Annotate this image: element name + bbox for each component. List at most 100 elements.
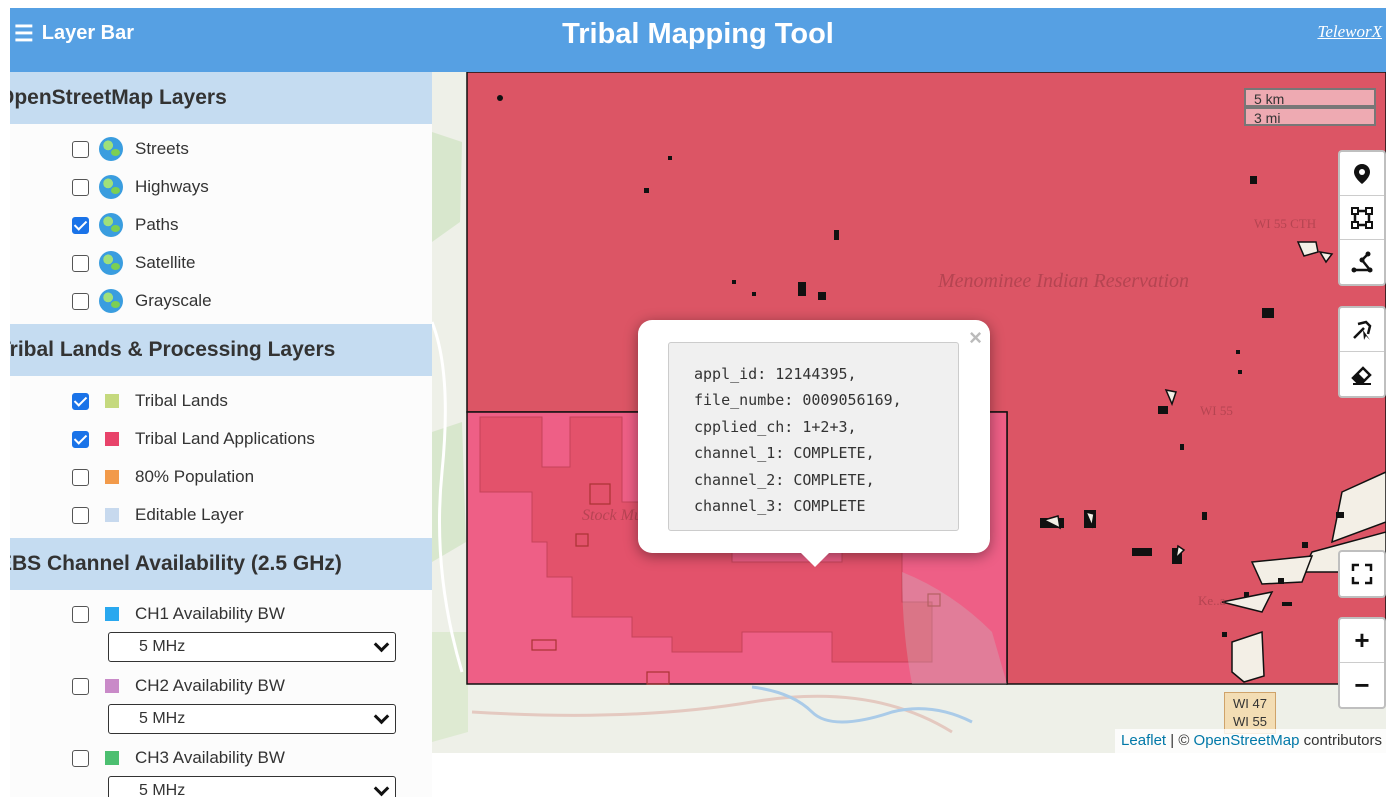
- layer-bar-label: Layer Bar: [41, 22, 135, 44]
- tribal-layer-list: Tribal Lands Tribal Land Applications 80% …: [10, 376, 432, 538]
- globe-icon: [99, 137, 123, 161]
- channel-row[interactable]: CH1 Availability BW: [10, 600, 432, 628]
- layer-sidebar: OpenStreetMap Layers Streets Highways Path…: [10, 72, 432, 797]
- channel-row[interactable]: CH2 Availability BW: [10, 672, 432, 700]
- eraser-icon[interactable]: [1340, 352, 1384, 396]
- zoom-control: + −: [1338, 617, 1386, 709]
- edit-icon[interactable]: [1340, 308, 1384, 352]
- highway-shield: WI 47 WI 55: [1224, 692, 1276, 734]
- osm-layer-list: Streets Highways Paths Satellite Grayscale: [10, 124, 432, 324]
- layer-label: 80% Population: [135, 467, 255, 486]
- chevron-down-icon: [373, 636, 390, 652]
- popup-line: channel_2: COMPLETE,: [694, 470, 875, 489]
- layer-label: Paths: [135, 215, 179, 234]
- bandwidth-value: 5 MHz: [139, 710, 186, 727]
- layer-label: Satellite: [135, 253, 196, 272]
- channel-checkbox[interactable]: [72, 677, 89, 695]
- marker-icon[interactable]: [1340, 152, 1384, 196]
- ebs-channel-list: CH1 Availability BW 5 MHz CH2 Availability…: [10, 600, 432, 797]
- section-header-tribal: Tribal Lands & Processing Layers: [10, 324, 432, 376]
- layer-checkbox[interactable]: [72, 254, 89, 272]
- zoom-out-button[interactable]: −: [1340, 663, 1384, 707]
- chevron-down-icon: [373, 708, 390, 724]
- color-swatch: [105, 751, 119, 765]
- channel-checkbox[interactable]: [72, 749, 89, 767]
- rectangle-icon[interactable]: [1340, 196, 1384, 240]
- map-view[interactable]: Menominee Indian Reservation Stock Mu Co…: [432, 72, 1386, 753]
- color-swatch: [105, 679, 119, 693]
- scale-imperial: 3 mi: [1244, 107, 1376, 126]
- osm-link[interactable]: OpenStreetMap: [1194, 732, 1300, 749]
- channel-checkbox[interactable]: [72, 605, 89, 623]
- channel-label: CH3 Availability BW: [135, 748, 285, 767]
- globe-icon: [99, 251, 123, 275]
- edit-toolbar: [1338, 306, 1386, 398]
- feature-popup: × appl_id: 12144395, file_numbe: 00090561…: [638, 320, 990, 567]
- osm-layer-row[interactable]: Highways: [10, 168, 432, 206]
- bandwidth-select[interactable]: 5 MHz: [108, 704, 396, 734]
- place-label: Ke..a: [1198, 593, 1226, 608]
- channel-row[interactable]: CH3 Availability BW: [10, 744, 432, 772]
- tribal-layer-row[interactable]: Tribal Land Applications: [10, 420, 432, 458]
- bandwidth-value: 5 MHz: [139, 782, 186, 797]
- layer-label: Editable Layer: [135, 505, 244, 524]
- channel-label: CH2 Availability BW: [135, 676, 285, 695]
- app-header: ☰ Layer Bar Tribal Mapping Tool TeleworX: [10, 8, 1386, 72]
- tribal-layer-row[interactable]: 80% Population: [10, 458, 432, 496]
- color-swatch: [105, 607, 119, 621]
- list-icon: ☰: [14, 20, 34, 46]
- popup-content: appl_id: 12144395, file_numbe: 0009056169…: [668, 342, 959, 531]
- layer-checkbox[interactable]: [72, 292, 89, 310]
- layer-label: Grayscale: [135, 291, 212, 310]
- map-scale: 5 km 3 mi: [1244, 88, 1378, 126]
- zoom-in-button[interactable]: +: [1340, 619, 1384, 663]
- bandwidth-select[interactable]: 5 MHz: [108, 776, 396, 797]
- globe-icon: [99, 289, 123, 313]
- brand-logo[interactable]: TeleworX: [1317, 22, 1382, 42]
- polyline-icon[interactable]: [1340, 240, 1384, 284]
- tribal-layer-row[interactable]: Tribal Lands: [10, 382, 432, 420]
- layer-checkbox[interactable]: [72, 392, 89, 410]
- leaflet-link[interactable]: Leaflet: [1121, 732, 1166, 749]
- osm-layer-row[interactable]: Streets: [10, 130, 432, 168]
- section-header-osm: OpenStreetMap Layers: [10, 72, 432, 124]
- color-swatch: [105, 508, 119, 522]
- osm-layer-row[interactable]: Grayscale: [10, 282, 432, 320]
- layer-checkbox[interactable]: [72, 506, 89, 524]
- road-label-2: WI 55: [1200, 403, 1233, 418]
- layer-checkbox[interactable]: [72, 430, 89, 448]
- popup-line: channel_3: COMPLETE: [694, 497, 866, 516]
- attribution-suffix: contributors: [1299, 732, 1382, 749]
- chevron-down-icon: [373, 780, 390, 796]
- scale-metric: 5 km: [1244, 88, 1376, 107]
- channel-label: CH1 Availability BW: [135, 604, 285, 623]
- attribution-separator: | ©: [1166, 732, 1194, 749]
- road-label-1: WI 55 CTH: [1254, 216, 1317, 231]
- layer-checkbox[interactable]: [72, 140, 89, 158]
- fullscreen-icon[interactable]: [1340, 552, 1384, 596]
- layer-label: Streets: [135, 139, 189, 158]
- color-swatch: [105, 394, 119, 408]
- popup-line: file_numbe: 0009056169,: [694, 391, 902, 410]
- osm-layer-row[interactable]: Satellite: [10, 244, 432, 282]
- popup-line: channel_1: COMPLETE,: [694, 444, 875, 463]
- globe-icon: [99, 213, 123, 237]
- layer-checkbox[interactable]: [72, 216, 89, 234]
- layer-label: Tribal Lands: [135, 391, 228, 410]
- popup-line: appl_id: 12144395,: [694, 365, 857, 383]
- fullscreen-control: [1338, 550, 1386, 598]
- popup-close-button[interactable]: ×: [969, 325, 982, 351]
- layer-checkbox[interactable]: [72, 178, 89, 196]
- layer-label: Tribal Land Applications: [135, 429, 315, 448]
- tribal-layer-row[interactable]: Editable Layer: [10, 496, 432, 534]
- osm-layer-row[interactable]: Paths: [10, 206, 432, 244]
- layer-bar-button[interactable]: ☰ Layer Bar: [14, 22, 134, 45]
- map-attribution: Leaflet | © OpenStreetMap contributors: [1115, 729, 1386, 753]
- globe-icon: [99, 175, 123, 199]
- bandwidth-value: 5 MHz: [139, 638, 186, 655]
- layer-checkbox[interactable]: [72, 468, 89, 486]
- layer-label: Highways: [135, 177, 209, 196]
- popup-line: cpplied_ch: 1+2+3,: [694, 417, 857, 436]
- bandwidth-select[interactable]: 5 MHz: [108, 632, 396, 662]
- draw-toolbar: [1338, 150, 1386, 286]
